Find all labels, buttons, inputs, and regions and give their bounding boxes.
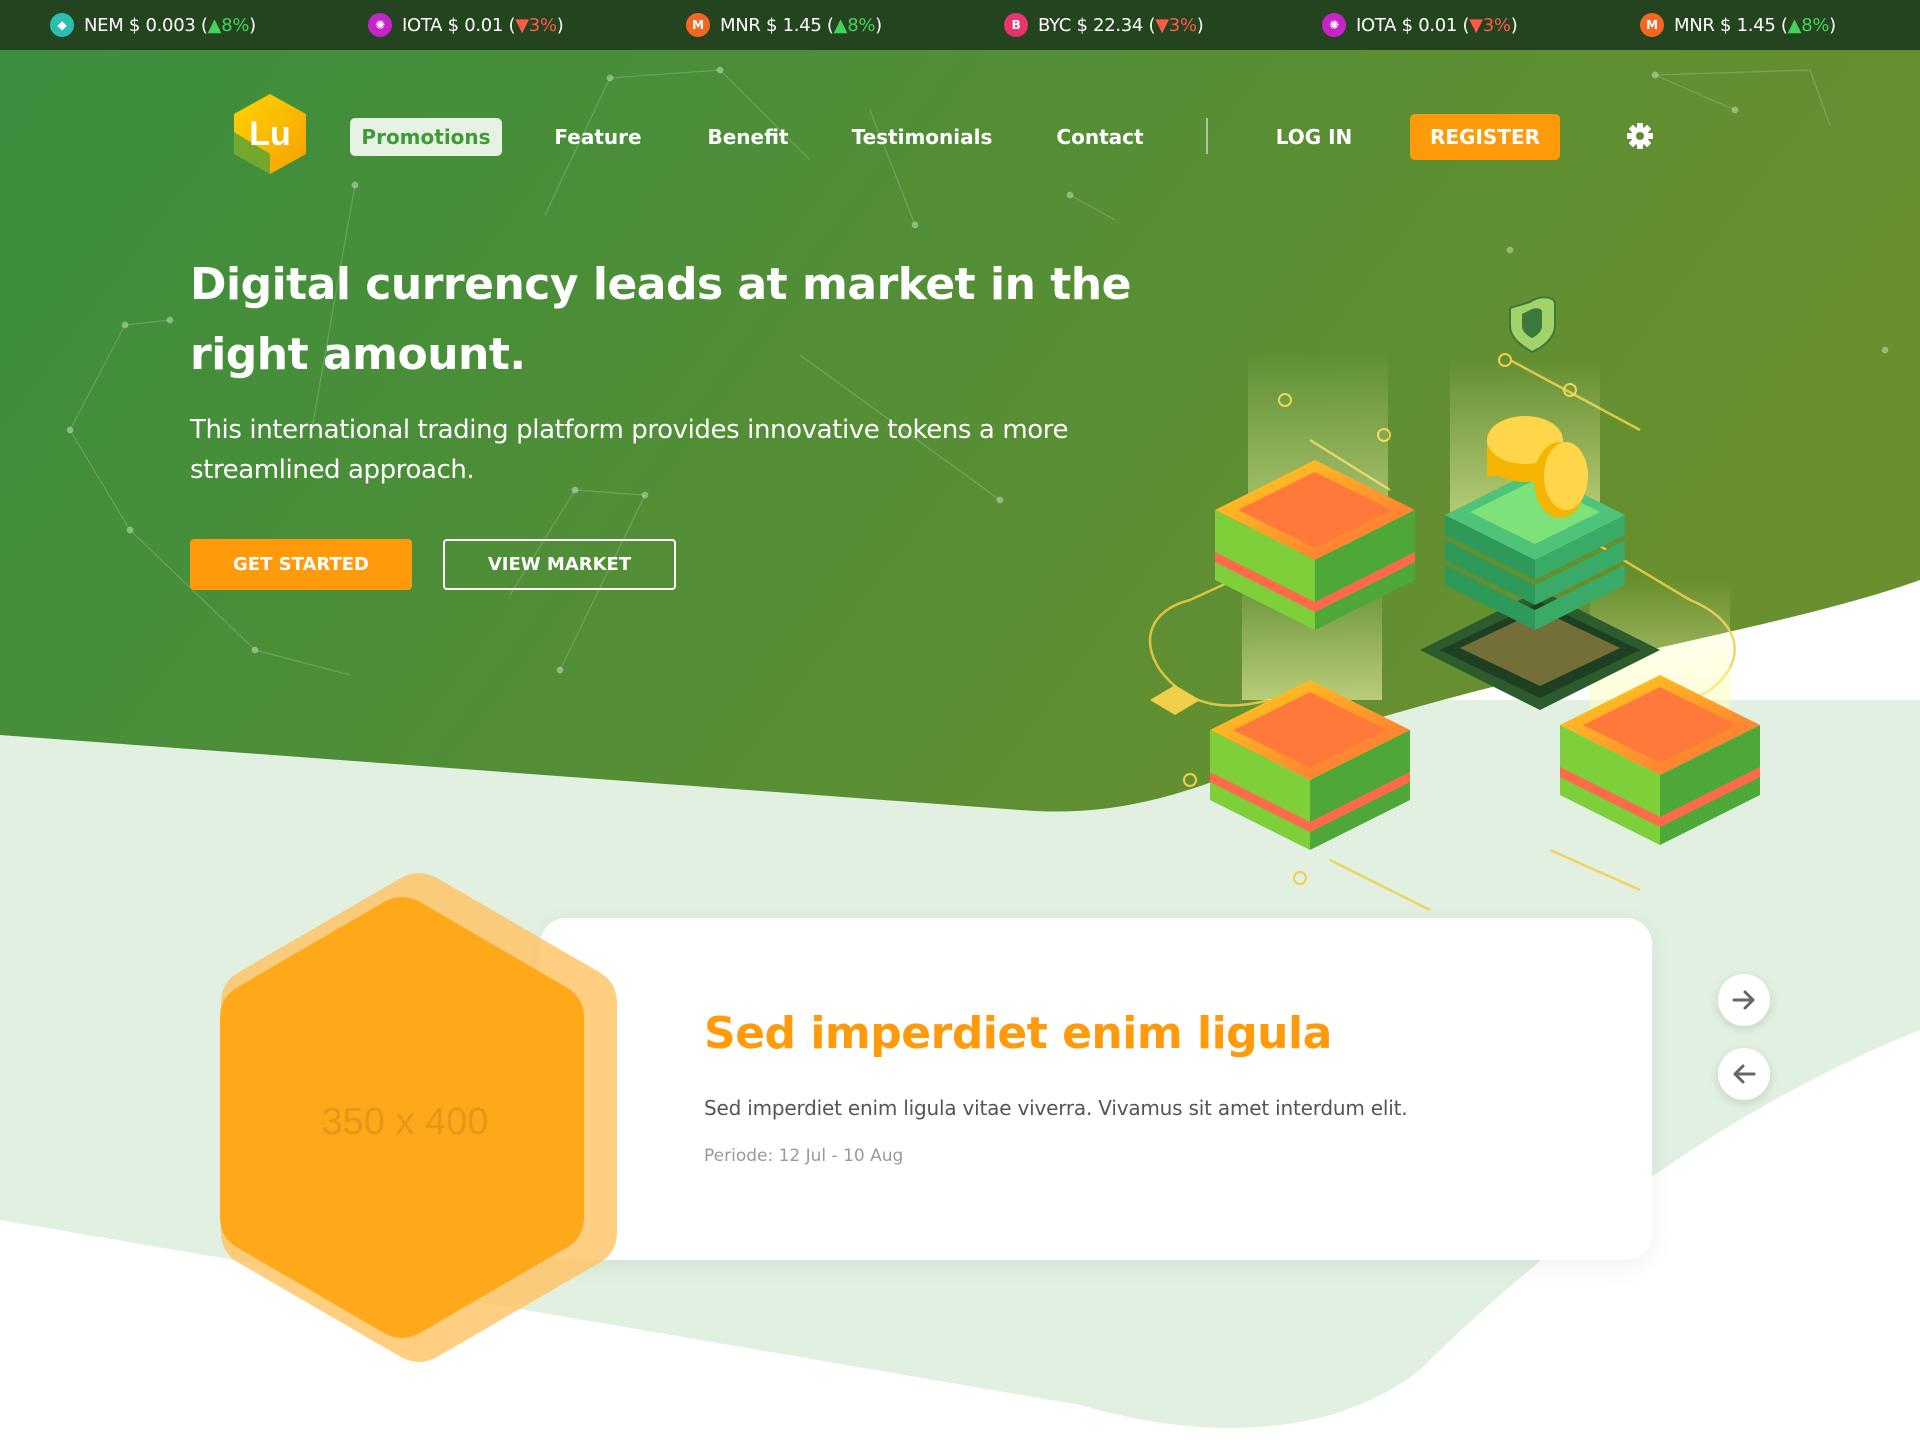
promotion-period: Periode: 12 Jul - 10 Aug bbox=[704, 1146, 904, 1166]
iota-coin-icon: ✺ bbox=[368, 13, 392, 37]
ticker-symbol: MNR bbox=[720, 14, 761, 36]
ticker-change: 3% bbox=[528, 14, 557, 36]
ticker-symbol: MNR bbox=[1674, 14, 1715, 36]
ticker-item[interactable]: M MNR $ 1.45 (▲ 8%) bbox=[686, 0, 882, 50]
ticker-price: $ 1.45 bbox=[766, 14, 822, 36]
monero-coin-icon: M bbox=[686, 13, 710, 37]
promotion-description: Sed imperdiet enim ligula vitae viverra.… bbox=[704, 1096, 1408, 1120]
nav-feature[interactable]: Feature bbox=[548, 118, 648, 156]
ticker-change: 3% bbox=[1168, 14, 1197, 36]
ticker-change: 8% bbox=[221, 14, 250, 36]
hero-title: Digital currency leads at market in the … bbox=[190, 250, 1170, 390]
ticker-symbol: BYC bbox=[1038, 14, 1072, 36]
nav-testimonials[interactable]: Testimonials bbox=[848, 118, 996, 156]
nem-coin-icon: ◆ bbox=[50, 13, 74, 37]
price-ticker: ◆ NEM $ 0.003 (▲ 8%) ✺ IOTA $ 0.01 (▼ 3%) … bbox=[0, 0, 1920, 50]
up-arrow-icon: ▲ bbox=[833, 14, 848, 36]
monero-coin-icon: M bbox=[1640, 13, 1664, 37]
hero-title-line: right amount. bbox=[190, 329, 526, 380]
ticker-symbol: IOTA bbox=[1356, 14, 1397, 36]
down-arrow-icon: ▼ bbox=[1469, 14, 1483, 36]
ticker-price: $ 22.34 bbox=[1076, 14, 1144, 36]
ticker-change: 3% bbox=[1482, 14, 1511, 36]
view-market-button[interactable]: VIEW MARKET bbox=[443, 539, 676, 590]
promotion-image: 350 x 400 bbox=[220, 873, 617, 1362]
down-arrow-icon: ▼ bbox=[1155, 14, 1169, 36]
ticker-price: $ 1.45 bbox=[1720, 14, 1776, 36]
ticker-item[interactable]: ◆ NEM $ 0.003 (▲ 8%) bbox=[50, 0, 256, 50]
ticker-item[interactable]: ✺ IOTA $ 0.01 (▼ 3%) bbox=[1322, 0, 1518, 50]
ticker-change: 8% bbox=[847, 14, 876, 36]
login-link[interactable]: LOG IN bbox=[1266, 118, 1362, 156]
up-arrow-icon: ▲ bbox=[207, 14, 222, 36]
hero-subtitle-line: streamlined approach. bbox=[190, 455, 475, 485]
nav-contact[interactable]: Contact bbox=[1050, 118, 1150, 156]
hero-subtitle: This international trading platform prov… bbox=[190, 410, 1170, 490]
iota-coin-icon: ✺ bbox=[1322, 13, 1346, 37]
promotion-title: Sed imperdiet enim ligula bbox=[704, 1008, 1332, 1059]
ticker-price: $ 0.01 bbox=[1401, 14, 1458, 36]
ticker-price: $ 0.01 bbox=[447, 14, 504, 36]
nav-divider bbox=[1206, 118, 1208, 154]
ticker-change: 8% bbox=[1801, 14, 1830, 36]
bytecoin-coin-icon: B bbox=[1004, 13, 1028, 37]
gear-icon[interactable] bbox=[1626, 122, 1654, 150]
next-arrow-button[interactable] bbox=[1718, 974, 1770, 1026]
arrow-left-icon bbox=[1733, 1064, 1756, 1084]
ticker-item[interactable]: B BYC $ 22.34 (▼ 3%) bbox=[1004, 0, 1204, 50]
nav-benefit[interactable]: Benefit bbox=[700, 118, 796, 156]
promotion-card bbox=[540, 918, 1652, 1260]
arrow-right-icon bbox=[1732, 990, 1755, 1010]
nav-promotions[interactable]: Promotions bbox=[350, 118, 502, 156]
ticker-symbol: IOTA bbox=[402, 14, 443, 36]
get-started-button[interactable]: GET STARTED bbox=[190, 539, 412, 590]
prev-arrow-button[interactable] bbox=[1718, 1048, 1770, 1100]
hero-title-line: Digital currency leads at market in the bbox=[190, 259, 1131, 310]
up-arrow-icon: ▲ bbox=[1787, 14, 1802, 36]
down-arrow-icon: ▼ bbox=[515, 14, 529, 36]
ticker-item[interactable]: ✺ IOTA $ 0.01 (▼ 3%) bbox=[368, 0, 564, 50]
hero-subtitle-line: This international trading platform prov… bbox=[190, 415, 1069, 445]
ticker-symbol: NEM bbox=[84, 14, 124, 36]
blockchain-illustration bbox=[1148, 296, 1760, 912]
ticker-price: $ 0.003 bbox=[128, 14, 196, 36]
svg-text:350 x 400: 350 x 400 bbox=[322, 1101, 489, 1143]
ticker-item[interactable]: M MNR $ 1.45 (▲ 8%) bbox=[1640, 0, 1836, 50]
register-button[interactable]: REGISTER bbox=[1410, 114, 1560, 160]
